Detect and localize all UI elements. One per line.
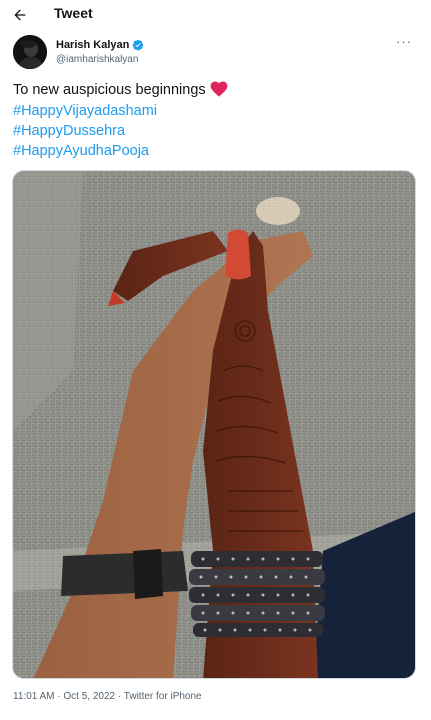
tweet-message: To new auspicious beginnings [13,82,206,98]
page-title: Tweet [54,5,93,21]
author-handle[interactable]: @iamharishkalyan [56,54,138,65]
photo-holding-hands [13,171,415,678]
more-options-button[interactable]: ··· [394,34,414,53]
tweet-author: Harish Kalyan @iamharishkalyan ··· [13,35,418,71]
back-button[interactable] [8,3,32,27]
top-bar: Tweet [0,0,431,30]
hashtag-link[interactable]: #HappyAyudhaPooja [13,141,418,161]
arrow-left-icon [14,9,26,21]
author-name[interactable]: Harish Kalyan [56,39,129,51]
heart-icon [210,81,228,97]
avatar-image [13,35,47,69]
tweet-line: To new auspicious beginnings [13,80,418,101]
tweet-photo[interactable] [12,170,416,679]
hashtag-link[interactable]: #HappyVijayadashami [13,101,418,121]
heart-emoji [210,81,228,101]
hashtag-link[interactable]: #HappyDussehra [13,121,418,141]
avatar[interactable] [13,35,47,69]
tweet-text: To new auspicious beginnings #HappyVijay… [13,80,418,161]
tweet-timestamp[interactable]: 11:01 AM · Oct 5, 2022 · Twitter for iPh… [13,691,202,702]
more-dots-icon: ··· [396,34,412,49]
verified-badge-icon [133,39,144,51]
